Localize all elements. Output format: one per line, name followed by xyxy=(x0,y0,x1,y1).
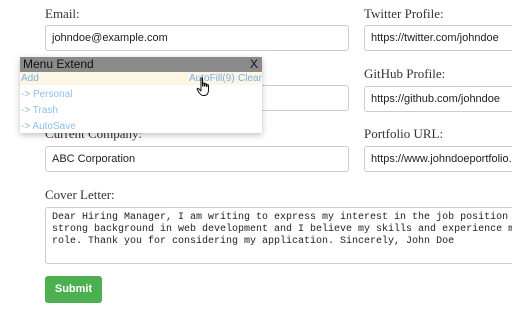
portfolio-field[interactable]: https://www.johndoeportfolio.c xyxy=(364,146,512,172)
cover-letter-line: strong background in web development and… xyxy=(52,224,512,235)
portfolio-label: Portfolio URL: xyxy=(364,126,444,141)
add-link[interactable]: Add xyxy=(21,72,39,85)
email-field[interactable]: johndoe@example.com xyxy=(45,25,349,51)
cover-letter-label: Cover Letter: xyxy=(45,187,115,202)
menu-item-autosave[interactable]: -> AutoSave xyxy=(21,121,76,132)
cover-letter-textarea[interactable]: Dear Hiring Manager, I am writing to exp… xyxy=(45,207,512,264)
hand-pointer-icon xyxy=(196,77,209,96)
close-button[interactable]: X xyxy=(250,57,258,72)
github-field[interactable]: https://github.com/johndoe xyxy=(364,86,512,112)
menu-extend-popup: Menu Extend X Add AutoFill(9) Clear -> P… xyxy=(20,57,262,133)
cover-letter-line: Dear Hiring Manager, I am writing to exp… xyxy=(52,212,512,223)
company-field[interactable]: ABC Corporation xyxy=(45,146,349,172)
twitter-field[interactable]: https://twitter.com/johndoe xyxy=(364,25,512,51)
cover-letter-line: role. Thank you for considering my appli… xyxy=(52,236,455,247)
twitter-label: Twitter Profile: xyxy=(364,6,444,21)
menu-item-personal[interactable]: -> Personal xyxy=(21,89,72,100)
clear-link[interactable]: Clear xyxy=(238,72,262,85)
popup-title: Menu Extend xyxy=(23,57,94,71)
submit-button[interactable]: Submit xyxy=(45,276,102,303)
menu-item-trash[interactable]: -> Trash xyxy=(21,105,58,116)
popup-action-bar: Add AutoFill(9) Clear xyxy=(20,72,262,85)
github-label: GitHub Profile: xyxy=(364,66,446,81)
email-label: Email: xyxy=(45,6,80,21)
popup-header: Menu Extend X xyxy=(20,57,262,72)
